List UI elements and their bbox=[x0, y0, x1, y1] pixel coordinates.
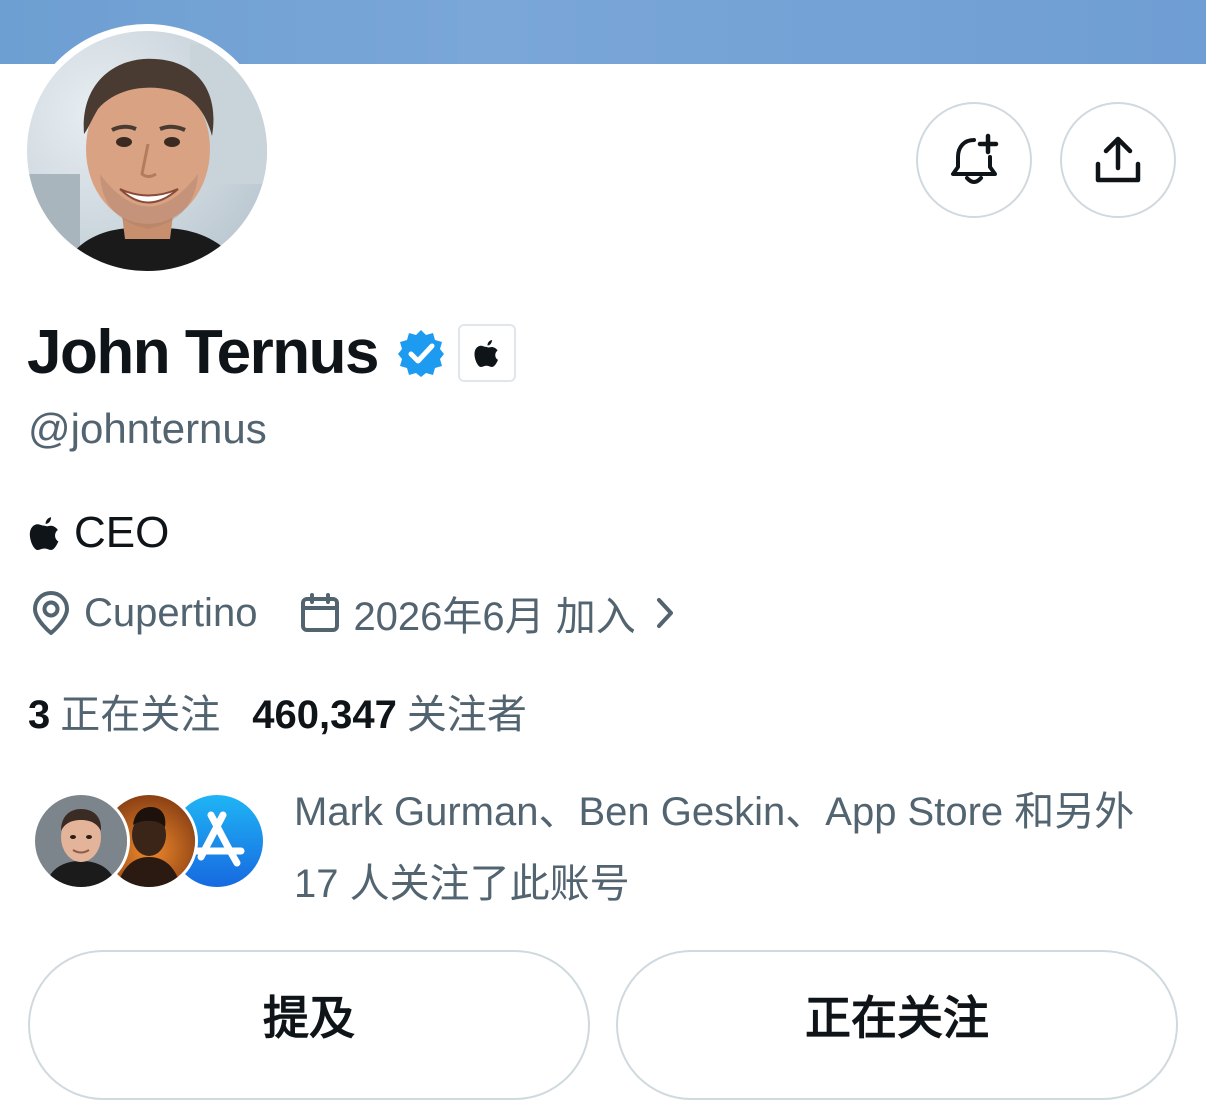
affiliation-badge[interactable] bbox=[457, 324, 516, 382]
following-count: 3 bbox=[28, 693, 51, 737]
followers-you-know[interactable]: Mark Gurman、Ben Geskin、App Store 和另外 17 … bbox=[32, 782, 1172, 906]
followers-you-know-text: Mark Gurman、Ben Geskin、App Store 和另外 17 … bbox=[294, 790, 1135, 906]
avatar-photo bbox=[27, 31, 267, 271]
verified-badge-icon[interactable] bbox=[396, 328, 446, 378]
name-row: John Ternus bbox=[27, 318, 516, 388]
following-label: 正在关注 bbox=[60, 693, 221, 737]
join-date-text: 2026年6月 加入 bbox=[353, 595, 636, 639]
followers-stat[interactable]: 460,347 关注者 bbox=[252, 682, 527, 740]
location-text: Cupertino bbox=[84, 590, 258, 635]
share-icon bbox=[1095, 136, 1141, 183]
profile-avatar[interactable] bbox=[20, 24, 274, 278]
profile-meta: Cupertino 2026年6月 加入 bbox=[30, 585, 676, 641]
bio-text: CEO bbox=[74, 508, 170, 557]
apple-logo-icon bbox=[28, 513, 62, 553]
apple-logo-icon bbox=[474, 340, 498, 367]
profile-stats: 3 正在关注 460,347 关注者 bbox=[28, 682, 527, 740]
followers-label: 关注者 bbox=[406, 693, 527, 737]
profile-bio: CEO bbox=[28, 508, 169, 558]
location-pin-icon bbox=[30, 589, 72, 637]
mention-button[interactable]: 提及 bbox=[28, 950, 590, 1100]
share-button[interactable] bbox=[1060, 102, 1176, 218]
following-button[interactable]: 正在关注 bbox=[616, 950, 1178, 1100]
bell-plus-icon bbox=[951, 133, 999, 184]
follower-avatar bbox=[32, 792, 130, 890]
follower-facepile bbox=[32, 792, 272, 892]
display-name: John Ternus bbox=[27, 318, 379, 387]
notify-button[interactable] bbox=[916, 102, 1032, 218]
followers-count: 460,347 bbox=[252, 693, 397, 737]
location-item: Cupertino bbox=[30, 589, 257, 637]
calendar-icon bbox=[299, 592, 341, 634]
join-date-item[interactable]: 2026年6月 加入 bbox=[299, 584, 675, 642]
profile-handle: @johnternus bbox=[28, 405, 267, 452]
following-stat[interactable]: 3 正在关注 bbox=[28, 682, 220, 740]
chevron-right-icon bbox=[654, 596, 676, 630]
